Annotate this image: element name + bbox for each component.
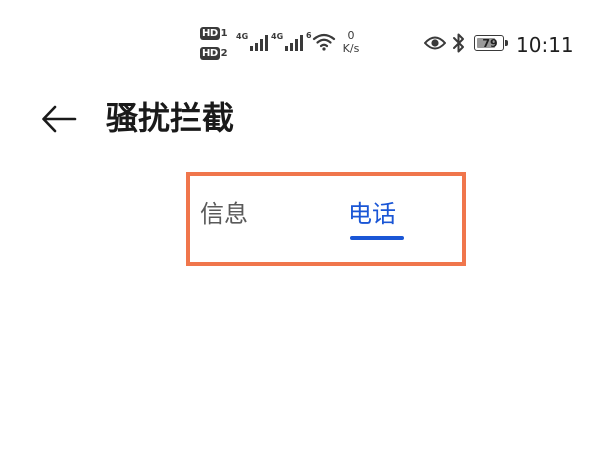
battery-icon: 79 (474, 35, 510, 53)
battery-shell: 79 (474, 35, 504, 51)
back-button[interactable] (36, 98, 82, 140)
battery-terminal (505, 40, 508, 46)
wifi-status: 6 (306, 31, 336, 53)
bluetooth-icon (453, 33, 464, 53)
tab-calls[interactable]: 电话 (348, 194, 410, 238)
phone-screen: HD 1 HD 2 4G 4G 6 0 K/s 79 10:11 骚扰拦截 信息… (0, 0, 600, 450)
network-speed: 0 K/s (338, 29, 364, 55)
network-speed-unit: K/s (342, 42, 360, 55)
signal-icon (285, 35, 303, 51)
signal-sim2: 4G (271, 32, 305, 54)
signal-icon (250, 35, 268, 51)
eye-icon (424, 36, 446, 50)
sim-number: 1 (220, 28, 228, 39)
status-bar: HD 1 HD 2 4G 4G 6 0 K/s 79 10:11 (0, 0, 600, 80)
tab-bar: 信息 电话 (186, 172, 466, 266)
hd-voice-indicators: HD 1 HD 2 (200, 27, 230, 61)
hd-sim1-badge: HD 1 (200, 27, 230, 41)
sim-number: 2 (220, 48, 228, 59)
battery-level: 79 (482, 37, 498, 50)
tab-messages[interactable]: 信息 (200, 194, 272, 238)
hd-label: HD (200, 27, 220, 40)
hd-sim2-badge: HD 2 (200, 47, 230, 61)
wifi-standard-label: 6 (306, 31, 312, 40)
back-arrow-icon (42, 105, 77, 133)
active-tab-indicator (350, 236, 404, 240)
page-title: 骚扰拦截 (106, 99, 235, 137)
hd-label: HD (200, 47, 220, 60)
signal-sim1: 4G (236, 32, 270, 54)
network-speed-value: 0 (347, 29, 355, 42)
status-time: 10:11 (516, 33, 574, 57)
wifi-icon (312, 33, 336, 51)
